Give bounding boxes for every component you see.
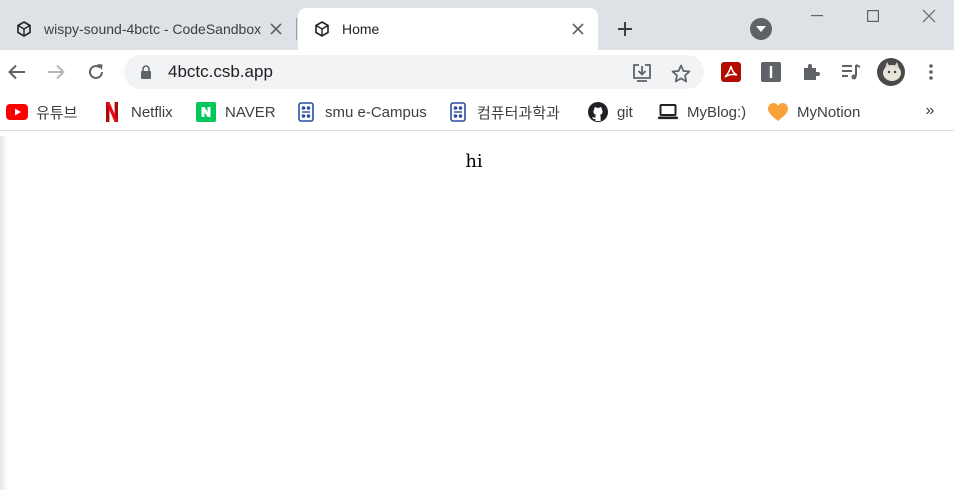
acrobat-extension[interactable] xyxy=(720,61,742,83)
browser-menu-button[interactable] xyxy=(920,61,942,83)
lock-icon xyxy=(140,65,154,79)
bookmark-smu-ecampus[interactable]: smu e-Campus xyxy=(295,95,427,129)
forward-button[interactable] xyxy=(42,58,70,86)
more-vert-icon xyxy=(929,64,933,80)
bookmark-youtube[interactable]: 유튜브 xyxy=(6,95,77,129)
puzzle-icon xyxy=(804,64,820,80)
bookmark-git[interactable]: git xyxy=(587,95,633,129)
tab-title: Home xyxy=(342,21,380,37)
minimize-button[interactable] xyxy=(792,0,842,32)
reload-button[interactable] xyxy=(82,58,110,86)
avatar-icon xyxy=(877,58,905,86)
bookmark-star-button[interactable] xyxy=(671,63,691,83)
smu-icon xyxy=(295,101,317,123)
bookmarks-bar: 유튜브 Netflix NAVER smu e-Campus 컴퓨터과학과 gi… xyxy=(0,95,954,131)
bookmark-label: git xyxy=(617,103,633,121)
star-icon xyxy=(671,64,691,82)
window-close-button[interactable] xyxy=(904,0,954,32)
youtube-icon xyxy=(6,101,28,123)
laptop-icon xyxy=(657,101,679,123)
tab-separator xyxy=(296,18,297,40)
bookmark-label: Netflix xyxy=(131,103,173,121)
bookmarks-overflow-button[interactable]: » xyxy=(918,99,942,123)
bookmark-label: NAVER xyxy=(225,103,276,121)
maximize-icon xyxy=(867,10,879,22)
arrow-left-icon xyxy=(8,64,25,80)
new-tab-button[interactable] xyxy=(612,16,638,42)
browser-toolbar: 4bctc.csb.app xyxy=(0,50,954,95)
close-icon[interactable] xyxy=(568,19,588,39)
info-extension[interactable] xyxy=(760,61,782,83)
tab-strip: wispy-sound-4bctc - CodeSandbox Home xyxy=(0,0,954,50)
media-control-button[interactable] xyxy=(840,61,862,83)
bookmark-label: MyBlog:) xyxy=(687,103,747,121)
reload-icon xyxy=(89,64,103,79)
extensions-button[interactable] xyxy=(800,61,822,83)
bookmark-label: smu e-Campus xyxy=(325,103,427,121)
bookmark-mynotion[interactable]: MyNotion xyxy=(767,95,860,129)
tab-home[interactable]: Home xyxy=(298,8,598,50)
tab-search-button[interactable] xyxy=(750,18,772,40)
codesandbox-icon xyxy=(314,21,330,37)
url-text[interactable]: 4bctc.csb.app xyxy=(168,62,704,82)
tab-codesandbox[interactable]: wispy-sound-4bctc - CodeSandbox xyxy=(0,8,296,50)
github-icon xyxy=(587,101,609,123)
bookmark-label: 유튜브 xyxy=(36,104,78,122)
bookmark-label: MyNotion xyxy=(797,103,861,121)
info-icon xyxy=(761,62,781,82)
left-edge-shadow xyxy=(0,136,8,490)
install-app-button[interactable] xyxy=(632,63,652,83)
bookmark-computer-science[interactable]: 컴퓨터과학과 xyxy=(447,95,560,129)
close-icon xyxy=(922,9,936,23)
maximize-button[interactable] xyxy=(848,0,898,32)
plus-icon xyxy=(618,22,632,36)
close-icon[interactable] xyxy=(266,19,286,39)
bookmark-netflix[interactable]: Netflix xyxy=(101,95,173,129)
page-text: hi xyxy=(465,151,483,172)
chevron-down-icon xyxy=(756,26,766,32)
profile-avatar[interactable] xyxy=(877,58,905,86)
pdf-icon xyxy=(721,62,741,82)
tab-title: wispy-sound-4bctc - CodeSandbox xyxy=(44,21,262,37)
page-content: hi xyxy=(0,136,954,490)
install-icon xyxy=(633,64,651,82)
minimize-icon xyxy=(811,15,823,17)
arrow-right-icon xyxy=(48,64,65,80)
codesandbox-icon xyxy=(16,21,32,37)
naver-icon xyxy=(195,101,217,123)
address-bar[interactable]: 4bctc.csb.app xyxy=(124,55,704,89)
smu-icon xyxy=(447,101,469,123)
netflix-icon xyxy=(101,101,123,123)
heart-icon xyxy=(767,101,789,123)
bookmark-myblog[interactable]: MyBlog:) xyxy=(657,95,746,129)
back-button[interactable] xyxy=(3,58,31,86)
bookmark-naver[interactable]: NAVER xyxy=(195,95,276,129)
bookmark-label: 컴퓨터과학과 xyxy=(477,104,560,122)
playlist-icon xyxy=(842,64,861,80)
